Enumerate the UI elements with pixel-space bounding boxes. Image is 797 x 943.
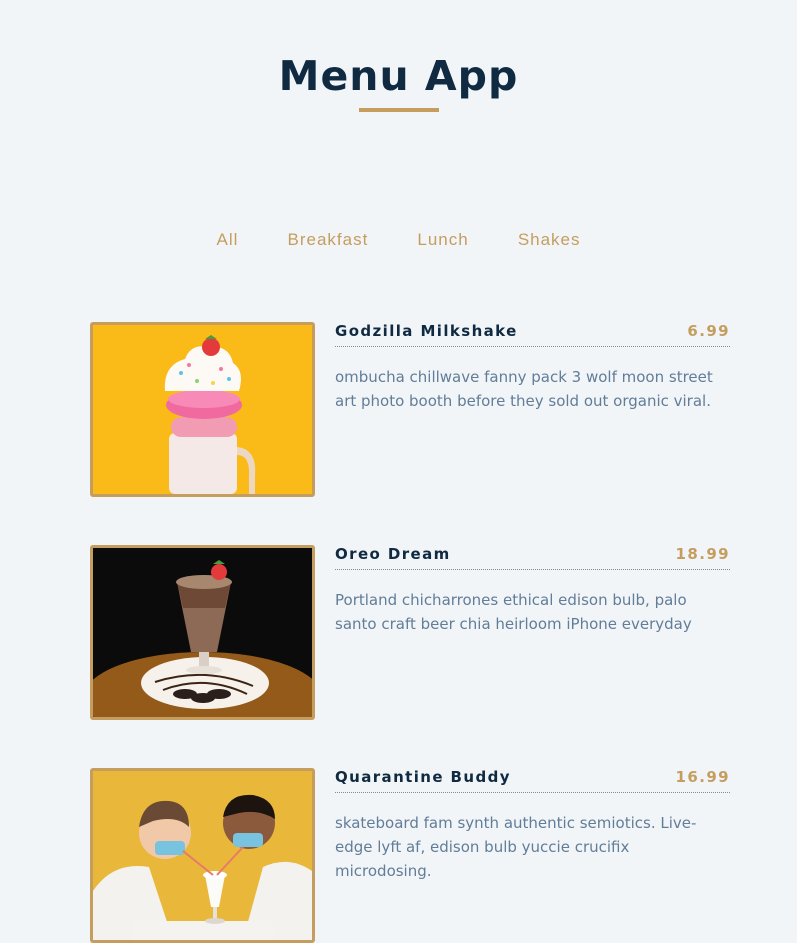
menu-item-description: Portland chicharrones ethical edison bul…	[335, 591, 692, 633]
couple-sharing-shake-photo	[90, 768, 315, 943]
menu-item-description: ombucha chillwave fanny pack 3 wolf moon…	[335, 368, 713, 410]
filter-lunch-button[interactable]: Lunch	[415, 228, 470, 252]
menu-item-name: Godzilla Milkshake	[335, 322, 518, 340]
menu-item-info: Quarantine Buddy 16.99 skateboard fam sy…	[335, 768, 730, 898]
menu-item-info: Oreo Dream 18.99 Portland chicharrones e…	[335, 545, 730, 651]
milkshake-with-donut-photo	[90, 322, 315, 497]
menu-item-price: 16.99	[675, 768, 730, 786]
page-header: Menu App	[0, 52, 797, 112]
menu-item-info: Godzilla Milkshake 6.99 ombucha chillwav…	[335, 322, 730, 428]
menu-item-name: Quarantine Buddy	[335, 768, 511, 786]
menu-item-description: skateboard fam synth authentic semiotics…	[335, 814, 697, 880]
filter-breakfast-button[interactable]: Breakfast	[285, 228, 370, 252]
menu-item: Quarantine Buddy 16.99 skateboard fam sy…	[90, 768, 730, 943]
filter-bar: All Breakfast Lunch Shakes	[0, 228, 797, 252]
menu-item: Godzilla Milkshake 6.99 ombucha chillwav…	[90, 322, 730, 497]
menu-item: Oreo Dream 18.99 Portland chicharrones e…	[90, 545, 730, 720]
page-title: Menu App	[278, 52, 519, 100]
menu-item-price: 6.99	[687, 322, 730, 340]
oreo-shake-photo	[90, 545, 315, 720]
menu-item-name: Oreo Dream	[335, 545, 451, 563]
menu-item-header: Oreo Dream 18.99	[335, 545, 730, 570]
title-underline	[358, 108, 439, 112]
menu-item-header: Godzilla Milkshake 6.99	[335, 322, 730, 347]
filter-shakes-button[interactable]: Shakes	[516, 228, 583, 252]
menu-item-header: Quarantine Buddy 16.99	[335, 768, 730, 793]
filter-all-button[interactable]: All	[214, 228, 240, 252]
menu-item-price: 18.99	[675, 545, 730, 563]
